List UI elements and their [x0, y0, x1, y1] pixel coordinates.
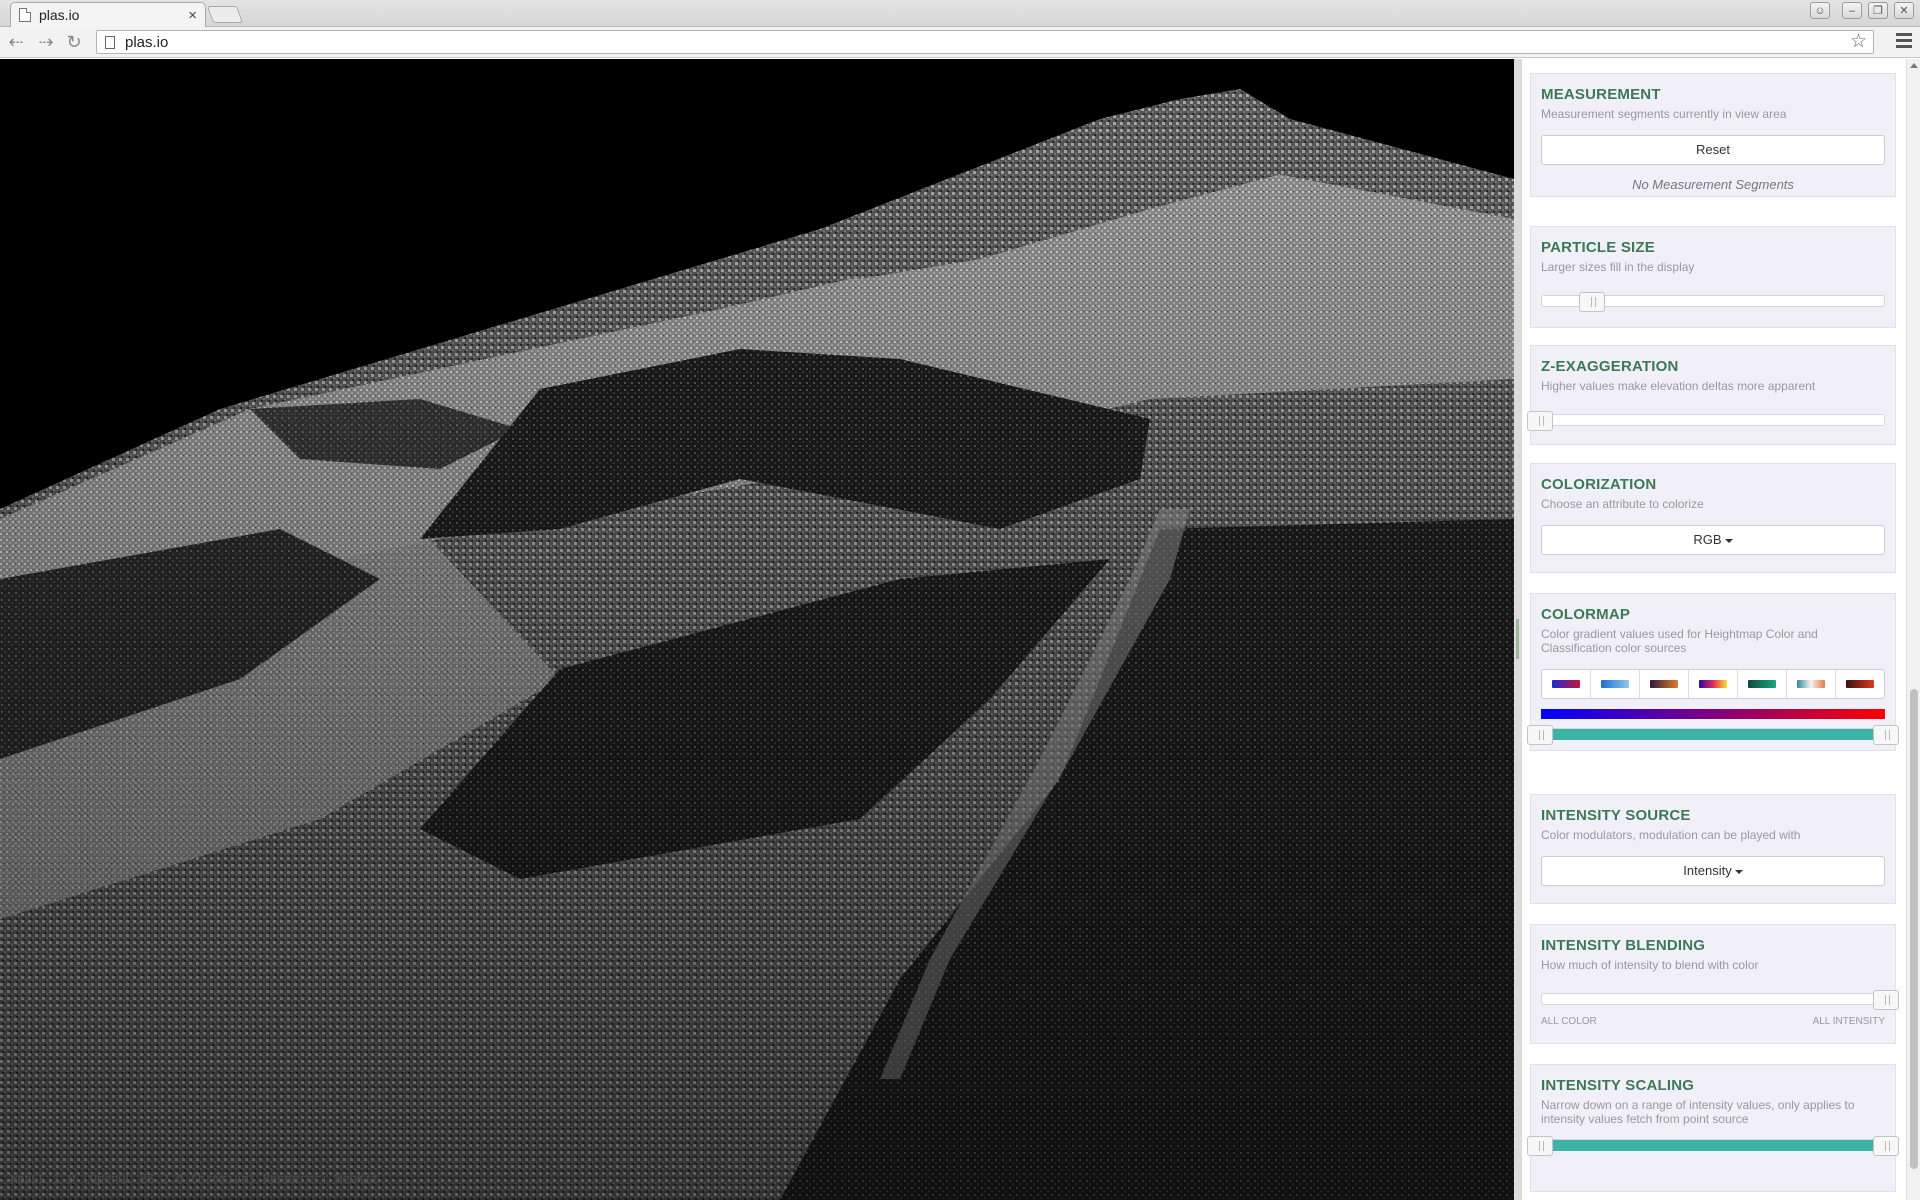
intensity-scaling-desc: Narrow down on a range of intensity valu… — [1541, 1098, 1855, 1126]
particle-size-handle[interactable] — [1579, 292, 1605, 312]
intensity-scaling-max-handle[interactable] — [1873, 1136, 1899, 1156]
caret-down-icon — [1724, 538, 1733, 543]
close-window-button[interactable]: ✕ — [1894, 2, 1914, 19]
point-cloud-render — [0, 59, 1514, 1200]
slider-track — [1541, 414, 1885, 426]
intensity-scaling-min-handle[interactable] — [1527, 1136, 1553, 1156]
z-exaggeration-desc: Higher values make elevation deltas more… — [1541, 379, 1816, 393]
colormap-swatch-chip — [1552, 680, 1580, 688]
colormap-swatch-7[interactable] — [1836, 670, 1884, 698]
particle-size-slider[interactable] — [1541, 292, 1885, 312]
colormap-panel: COLORMAP Color gradient values used for … — [1527, 593, 1899, 751]
all-intensity-label: ALL INTENSITY — [1812, 1016, 1885, 1027]
measurement-panel: MEASUREMENT Measurement segments current… — [1530, 73, 1896, 197]
blending-range-labels: ALL COLOR ALL INTENSITY — [1541, 1016, 1885, 1027]
profile-icon[interactable]: ☺ — [1810, 2, 1830, 19]
particle-size-title: PARTICLE SIZE — [1541, 239, 1655, 256]
colorization-title: COLORIZATION — [1541, 476, 1657, 493]
measurement-title: MEASUREMENT — [1541, 86, 1661, 103]
hamburger-menu-icon[interactable] — [1896, 33, 1912, 51]
slider-track — [1541, 993, 1885, 1005]
page-icon — [105, 35, 115, 49]
intensity-source-dropdown[interactable]: Intensity — [1541, 856, 1885, 886]
colormap-swatch-chip — [1699, 680, 1727, 688]
browser-tab-bar: plas.io × ☺ – ❐ ✕ — [0, 0, 1920, 27]
forward-arrow-icon[interactable]: ⇢ — [34, 31, 58, 53]
colorization-dropdown[interactable]: RGB — [1541, 525, 1885, 555]
address-bar[interactable]: plas.io ☆ — [96, 30, 1874, 54]
colormap-swatch-chip — [1748, 680, 1776, 688]
intensity-source-desc: Color modulators, modulation can be play… — [1541, 828, 1801, 842]
particle-size-desc: Larger sizes fill in the display — [1541, 260, 1695, 274]
measurement-desc: Measurement segments currently in view a… — [1541, 107, 1787, 121]
colormap-desc: Color gradient values used for Heightmap… — [1541, 627, 1818, 655]
colormap-swatch-2[interactable] — [1591, 670, 1640, 698]
particle-size-panel: PARTICLE SIZE Larger sizes fill in the d… — [1530, 226, 1896, 328]
intensity-source-title: INTENSITY SOURCE — [1541, 807, 1691, 824]
intensity-scaling-range-slider[interactable] — [1527, 1136, 1899, 1156]
tab-close-icon[interactable]: × — [188, 7, 197, 24]
minimize-window-button[interactable]: – — [1842, 2, 1862, 19]
colormap-range-slider[interactable] — [1527, 725, 1899, 745]
intensity-scaling-panel: INTENSITY SCALING Narrow down on a range… — [1527, 1064, 1899, 1192]
browser-toolbar: ⇠ ⇢ ↻ plas.io ☆ — [0, 27, 1920, 58]
intensity-blending-desc: How much of intensity to blend with colo… — [1541, 958, 1759, 972]
colormap-swatch-3[interactable] — [1640, 670, 1689, 698]
intensity-blending-slider[interactable] — [1541, 990, 1899, 1010]
colormap-title: COLORMAP — [1541, 606, 1631, 623]
intensity-scaling-range-fill — [1553, 1140, 1873, 1151]
colormap-swatch-chip — [1797, 680, 1825, 688]
colormap-swatch-chip — [1601, 680, 1629, 688]
colormap-swatch-6[interactable] — [1787, 670, 1836, 698]
colormap-min-handle[interactable] — [1527, 725, 1553, 745]
no-measurements-text: No Measurement Segments — [1632, 177, 1794, 192]
scroll-up-arrow-icon[interactable] — [1910, 63, 1918, 68]
restore-window-button[interactable]: ❐ — [1868, 2, 1888, 19]
colorization-panel: COLORIZATION Choose an attribute to colo… — [1530, 463, 1896, 573]
intensity-scaling-title: INTENSITY SCALING — [1541, 1077, 1695, 1094]
z-exaggeration-title: Z-EXAGGERATION — [1541, 358, 1679, 375]
intensity-blending-panel: INTENSITY BLENDING How much of intensity… — [1530, 924, 1899, 1044]
colormap-swatch-chip — [1650, 680, 1678, 688]
panel-splitter[interactable] — [1514, 59, 1522, 1200]
controls-sidebar: MEASUREMENT Measurement segments current… — [1522, 59, 1920, 1200]
colorization-selected: RGB — [1693, 532, 1722, 547]
colormap-gradient-preview — [1541, 709, 1885, 719]
z-exaggeration-slider[interactable] — [1527, 411, 1885, 431]
page-favicon-icon — [19, 8, 31, 22]
colormap-swatch-5[interactable] — [1738, 670, 1787, 698]
caret-down-icon — [1734, 869, 1743, 874]
colormap-swatch-1[interactable] — [1542, 670, 1591, 698]
intensity-blending-title: INTENSITY BLENDING — [1541, 937, 1706, 954]
new-tab-button[interactable] — [206, 6, 244, 23]
z-exaggeration-panel: Z-EXAGGERATION Higher values make elevat… — [1527, 345, 1896, 445]
browser-tab[interactable]: plas.io × — [10, 2, 206, 27]
colormap-swatch-chip — [1846, 680, 1874, 688]
colormap-swatch-4[interactable] — [1689, 670, 1738, 698]
colormap-swatches — [1541, 669, 1885, 699]
bookmark-star-icon[interactable]: ☆ — [1850, 31, 1867, 53]
reload-icon[interactable]: ↻ — [62, 31, 86, 53]
colormap-range-fill — [1553, 729, 1873, 740]
sidebar-scrollbar[interactable] — [1906, 59, 1920, 1200]
colormap-max-handle[interactable] — [1873, 725, 1899, 745]
point-cloud-viewport[interactable]: WebGL 1.0 (OpenGL ES 2.0 Chromium) Rende… — [0, 59, 1514, 1200]
z-exaggeration-handle[interactable] — [1527, 411, 1553, 431]
intensity-source-panel: INTENSITY SOURCE Color modulators, modul… — [1530, 794, 1896, 904]
scrollbar-thumb[interactable] — [1910, 689, 1918, 1169]
webgl-info-text: WebGL 1.0 (OpenGL ES 2.0 Chromium) Rende… — [10, 1172, 379, 1186]
tab-title: plas.io — [39, 7, 80, 23]
all-color-label: ALL COLOR — [1541, 1016, 1597, 1027]
back-arrow-icon[interactable]: ⇠ — [4, 31, 28, 53]
intensity-blending-handle[interactable] — [1873, 990, 1899, 1010]
url-text: plas.io — [125, 33, 169, 51]
intensity-source-selected: Intensity — [1683, 863, 1732, 878]
colorization-desc: Choose an attribute to colorize — [1541, 497, 1704, 511]
reset-measurements-button[interactable]: Reset — [1541, 135, 1885, 165]
